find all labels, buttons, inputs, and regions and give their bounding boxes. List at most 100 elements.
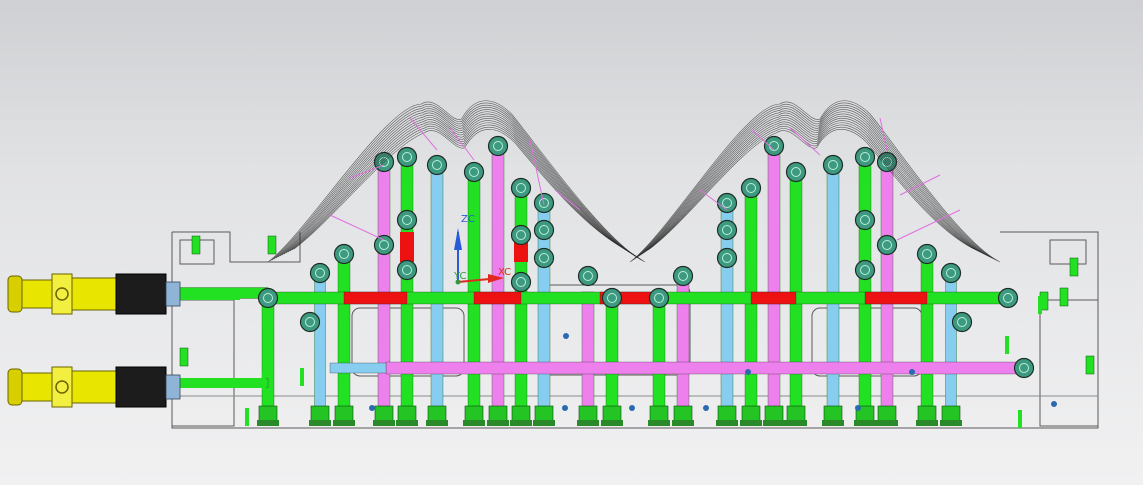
guide-line (409, 117, 438, 151)
fitting-base (426, 420, 448, 426)
marker-dot (629, 405, 635, 411)
fitting-base (822, 420, 844, 426)
fitting-base (601, 420, 623, 426)
channel-plug-icon (672, 265, 694, 287)
channel-plug-icon (510, 271, 532, 293)
channel-plug-icon (426, 154, 448, 176)
channel-plug-icon (463, 161, 485, 183)
fitting-base (672, 420, 694, 426)
vertical-channel (652, 299, 666, 413)
channel-plug-icon (510, 224, 532, 246)
marker-dot (745, 369, 751, 375)
small-fitting (1069, 257, 1079, 277)
horizontal-channel (864, 291, 928, 305)
small-pin (1005, 336, 1009, 354)
wire-curve (629, 100, 1001, 263)
coupler-cap (7, 275, 23, 313)
horizontal-channel (385, 361, 1031, 375)
channel-plug-icon (951, 311, 973, 333)
marker-dot (855, 405, 861, 411)
channel-plug-icon (257, 287, 279, 309)
fitting-base (854, 420, 876, 426)
channel-plug-icon (533, 219, 555, 241)
horizontal-channel (329, 362, 387, 374)
horizontal-channel (750, 291, 797, 305)
coupler-body (21, 279, 53, 309)
channel-plug-icon (396, 209, 418, 231)
wire-curve (644, 122, 981, 253)
channel-plug-icon (373, 234, 395, 256)
vertical-channel (826, 164, 840, 413)
small-pin (1018, 410, 1022, 428)
fitting-base (763, 420, 785, 426)
wire-curve (631, 102, 999, 262)
vertical-channel (920, 254, 934, 413)
wire-curve (632, 104, 997, 261)
channel-plug-icon (876, 234, 898, 256)
marker-dot (703, 405, 709, 411)
red-riser (400, 232, 414, 262)
channel-plug-icon (940, 262, 962, 284)
cooling-layout-scene[interactable]: ZC XC YC (0, 0, 1143, 485)
cad-viewport[interactable]: ZC XC YC (0, 0, 1143, 485)
channel-plug-icon (854, 259, 876, 281)
channel-plug-icon (997, 287, 1019, 309)
fitting-base (309, 420, 331, 426)
coupler-cap (7, 368, 23, 406)
fitting-base (916, 420, 938, 426)
channel-plug-icon (577, 265, 599, 287)
coupler-hose (115, 366, 167, 408)
channel-plug-icon (822, 154, 844, 176)
fitting-base (257, 420, 279, 426)
coupler-adapter (165, 374, 181, 400)
channel-plug-icon (716, 247, 738, 269)
coupler-nut (51, 273, 73, 315)
channel-plug-icon (1013, 357, 1035, 379)
channel-plug-icon (487, 135, 509, 157)
fitting-base (876, 420, 898, 426)
marker-dot (369, 405, 375, 411)
fitting-base (740, 420, 762, 426)
quick-coupler-icon (7, 366, 181, 408)
marker-dot (563, 333, 569, 339)
fitting-base (716, 420, 738, 426)
channel-plug-icon (309, 262, 331, 284)
vertical-channel (261, 299, 275, 413)
small-fitting (191, 235, 201, 255)
z-axis-label: ZC (461, 214, 475, 225)
marker-dot (909, 369, 915, 375)
fitting-base (487, 420, 509, 426)
coupler-body (21, 372, 53, 402)
fitting-base (333, 420, 355, 426)
vertical-channel (605, 299, 619, 413)
channel-plug-icon (648, 287, 670, 309)
coupler-hex (71, 370, 117, 404)
channel-plug-icon (785, 161, 807, 183)
channel-plug-icon (763, 135, 785, 157)
channel-plug-icon (601, 287, 623, 309)
channel-plug-icon (333, 243, 355, 265)
channel-plug-icon (854, 146, 876, 168)
channel-plug-icon (916, 243, 938, 265)
fitting-base (648, 420, 670, 426)
fitting-base (463, 420, 485, 426)
vertical-channel (880, 159, 894, 413)
channel-plugs (257, 135, 1035, 379)
channel-plug-icon (299, 311, 321, 333)
vertical-channel (337, 254, 351, 413)
channel-plug-icon (854, 209, 876, 231)
channel-plug-icon (510, 177, 532, 199)
inlet-stub-top (176, 288, 240, 300)
inlet-stub-bottom (176, 378, 266, 388)
channel-plug-icon (716, 219, 738, 241)
fitting-base (396, 420, 418, 426)
marker-dot (562, 405, 568, 411)
fitting-base (533, 420, 555, 426)
small-pin (262, 372, 266, 390)
fitting-base (785, 420, 807, 426)
small-fitting (1085, 355, 1095, 375)
coupler-adapter (165, 281, 181, 307)
quick-couplers (7, 273, 181, 408)
coupler-hose (115, 273, 167, 315)
small-fitting (267, 235, 277, 255)
